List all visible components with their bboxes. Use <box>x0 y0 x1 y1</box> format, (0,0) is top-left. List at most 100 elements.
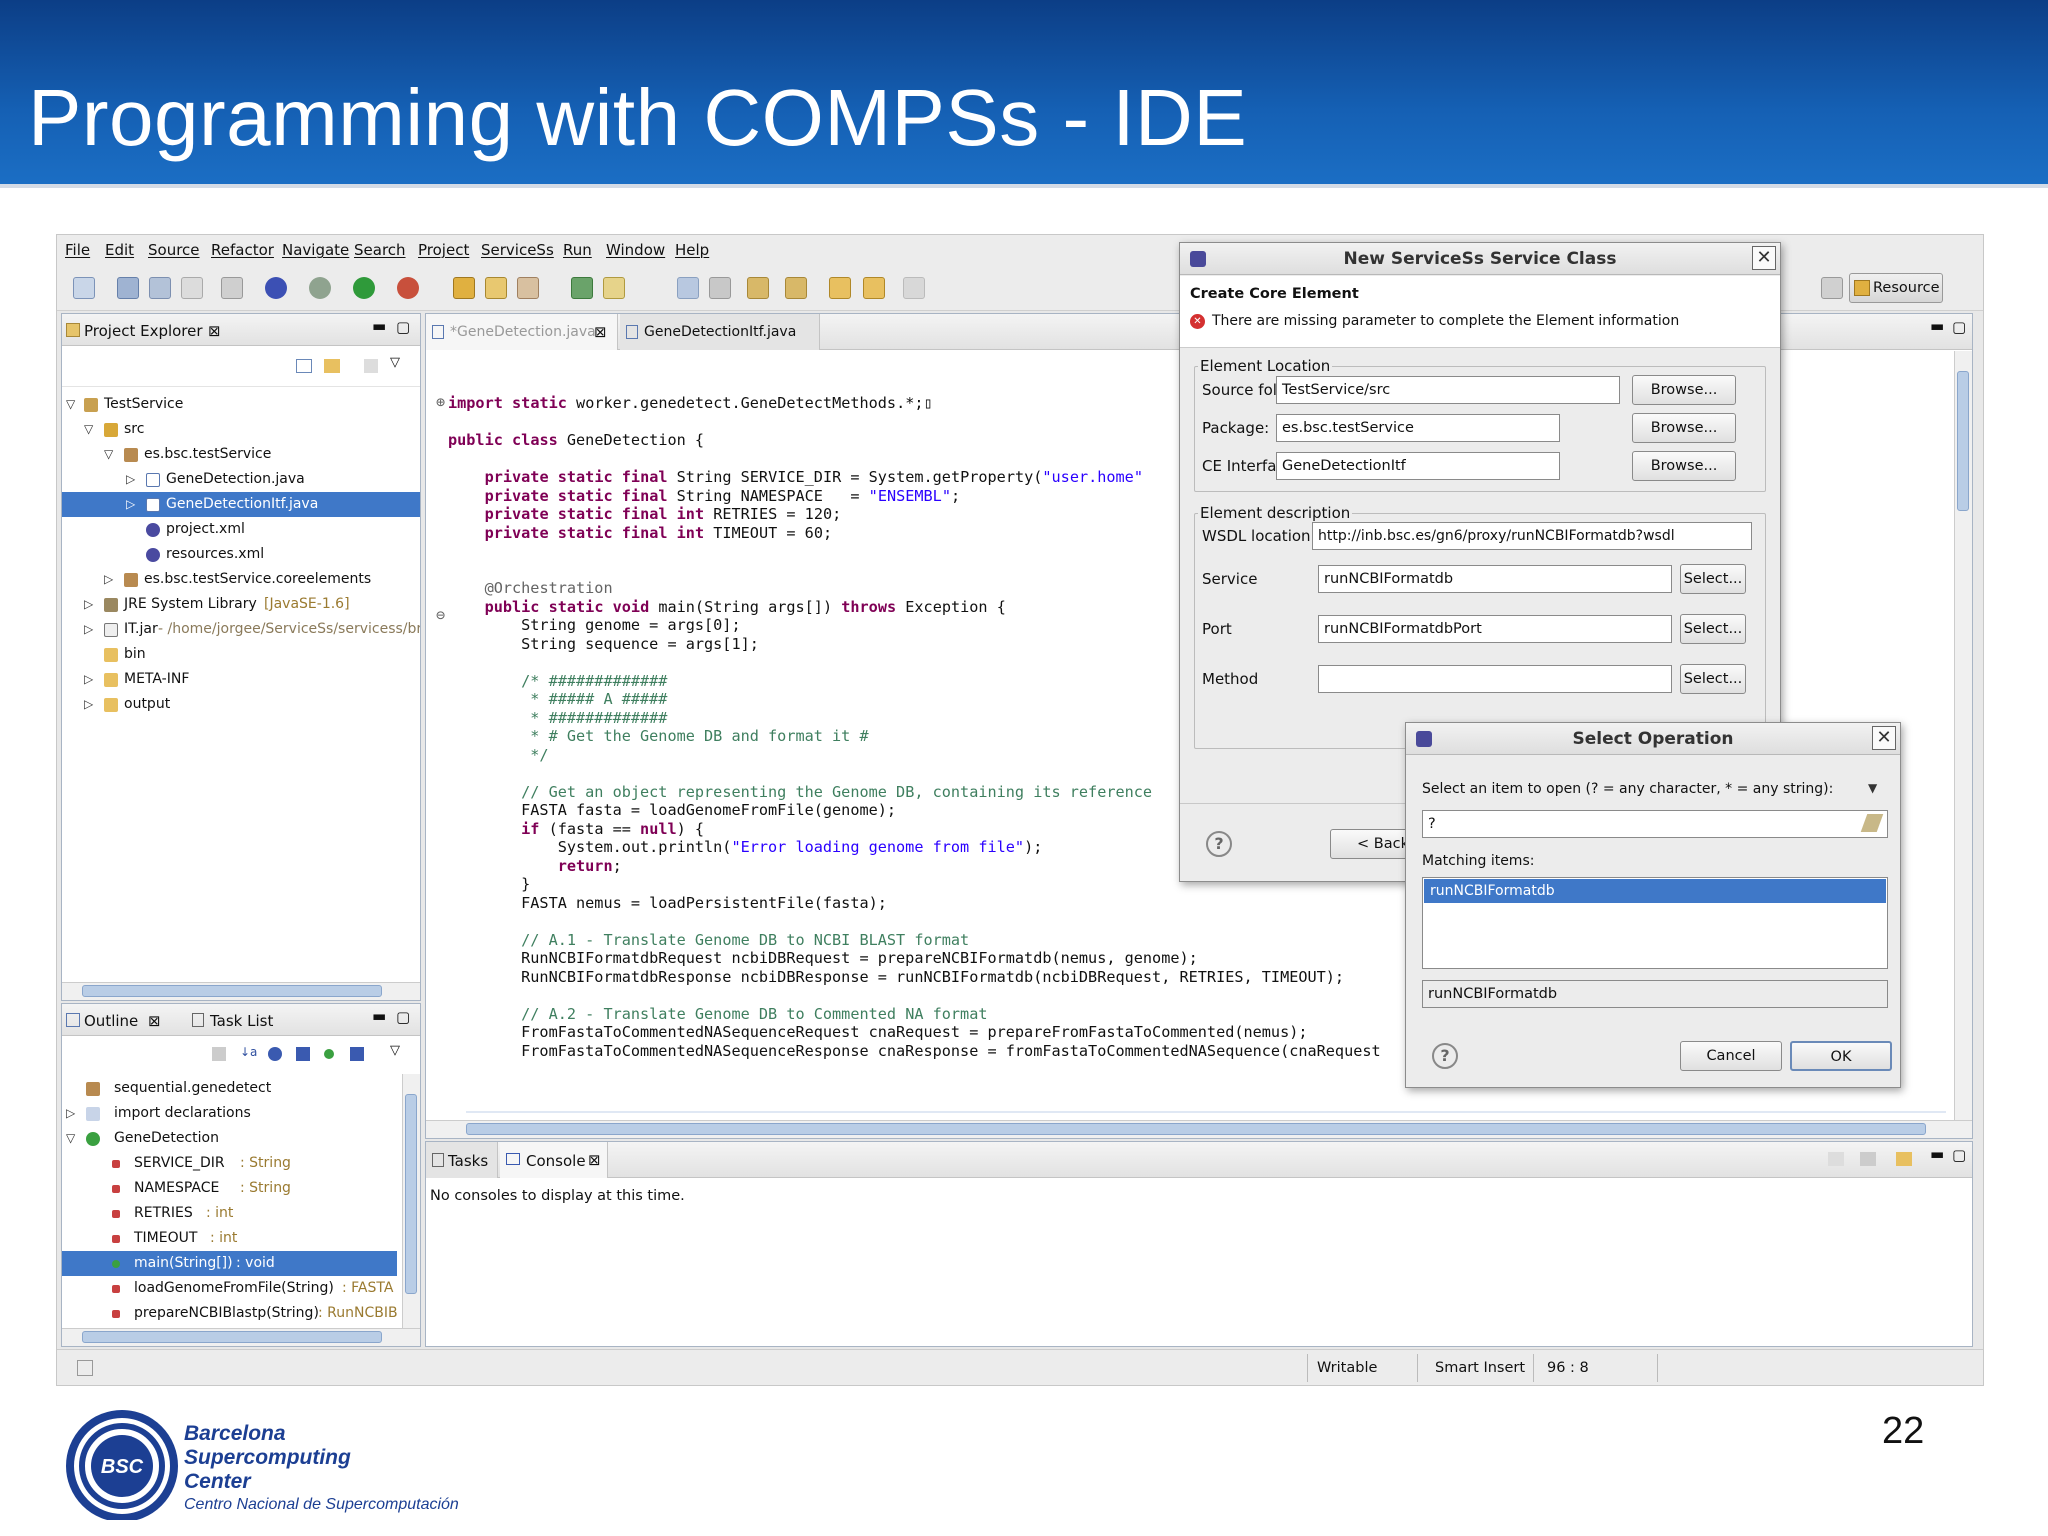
editor-tab-genedetectionitf[interactable]: GeneDetectionItf.java <box>620 314 820 350</box>
highlight-icon[interactable] <box>603 277 625 299</box>
new-icon[interactable] <box>73 277 95 299</box>
menu-file[interactable]: File <box>65 241 90 259</box>
filter-input[interactable]: ? <box>1422 810 1888 838</box>
fast-view-icon[interactable] <box>77 1360 93 1376</box>
close-icon[interactable]: ✕ <box>1872 726 1896 750</box>
open-type-icon[interactable] <box>453 277 475 299</box>
outline-item-field[interactable]: TIMEOUT : int <box>62 1226 397 1251</box>
save-all-icon[interactable] <box>149 277 171 299</box>
menu-servicess[interactable]: ServiceSs <box>481 241 554 259</box>
sort-icon[interactable]: ↓a <box>240 1045 257 1059</box>
tree-item-coreelements[interactable]: ▷ es.bsc.testService.coreelements <box>62 567 420 592</box>
show-whitespace-icon[interactable] <box>709 277 731 299</box>
scrollbar-thumb[interactable] <box>405 1094 417 1294</box>
tree-item-resources-xml[interactable]: resources.xml <box>62 542 420 567</box>
close-icon[interactable]: ⊠ <box>148 1012 161 1030</box>
outline-tab[interactable]: Outline <box>84 1012 138 1030</box>
chevron-down-icon[interactable]: ▼ <box>1868 781 1877 795</box>
menu-window[interactable]: Window <box>606 241 665 259</box>
service-field[interactable]: runNCBIFormatdb <box>1318 565 1672 593</box>
maximize-icon[interactable]: ▢ <box>1952 318 1966 336</box>
tree-item-meta-inf[interactable]: ▷ META-INF <box>62 667 420 692</box>
run-icon[interactable] <box>353 277 375 299</box>
task-list-tab[interactable]: Task List <box>210 1012 273 1030</box>
menu-navigate[interactable]: Navigate <box>282 241 349 259</box>
browse-package-button[interactable]: Browse... <box>1632 413 1736 443</box>
prev-annotation-icon[interactable] <box>785 277 807 299</box>
menu-help[interactable]: Help <box>675 241 709 259</box>
print-icon[interactable] <box>181 277 203 299</box>
ok-button[interactable]: OK <box>1790 1041 1892 1071</box>
outline-item-field[interactable]: NAMESPACE : String <box>62 1176 397 1201</box>
outline-item-method[interactable]: prepareNCBIBlastp(String) : RunNCBIBl <box>62 1301 397 1324</box>
outline-item-method[interactable]: loadGenomeFromFile(String) : FASTA <box>62 1276 397 1301</box>
link-icon[interactable] <box>350 1047 364 1061</box>
tree-item-testservice[interactable]: ▽ TestService <box>62 392 420 417</box>
select-service-button[interactable]: Select... <box>1680 564 1746 594</box>
scrollbar-thumb[interactable] <box>82 1331 382 1343</box>
hide-local-types-icon[interactable] <box>324 1049 334 1059</box>
cancel-button[interactable]: Cancel <box>1680 1041 1782 1071</box>
display-console-icon[interactable] <box>1860 1152 1876 1166</box>
minimize-icon[interactable]: ▬ <box>372 1007 386 1025</box>
close-icon[interactable]: ⊠ <box>588 1151 601 1169</box>
save-icon[interactable] <box>117 277 139 299</box>
view-menu-icon[interactable]: ▽ <box>390 355 400 370</box>
package-field[interactable]: es.bsc.testService <box>1276 414 1560 442</box>
block-icon[interactable] <box>677 277 699 299</box>
list-item[interactable]: runNCBIFormatdb <box>1424 879 1886 903</box>
build-icon[interactable] <box>221 277 243 299</box>
pin-console-icon[interactable] <box>1828 1152 1844 1166</box>
search-tool-icon[interactable] <box>517 277 539 299</box>
menu-edit[interactable]: Edit <box>105 241 134 259</box>
open-folder-icon[interactable] <box>485 277 507 299</box>
open-console-icon[interactable] <box>1896 1152 1912 1166</box>
external-tools-icon[interactable] <box>397 277 419 299</box>
editor-horizontal-scrollbar[interactable] <box>426 1120 1972 1138</box>
minimize-icon[interactable]: ▬ <box>1930 317 1944 335</box>
ce-interface-field[interactable]: GeneDetectionItf <box>1276 452 1560 480</box>
menu-search[interactable]: Search <box>354 241 406 259</box>
view-menu-icon[interactable]: ▽ <box>390 1043 400 1058</box>
close-icon[interactable]: ⊠ <box>208 322 221 340</box>
source-folder-field[interactable]: TestService/src <box>1276 376 1620 404</box>
outline-item-package[interactable]: sequential.genedetect <box>62 1076 397 1101</box>
maximize-icon[interactable]: ▢ <box>396 1008 410 1026</box>
explorer-horizontal-scrollbar[interactable] <box>62 982 420 1000</box>
method-field[interactable] <box>1318 665 1672 693</box>
hide-fields-icon[interactable] <box>212 1047 226 1061</box>
outline-vertical-scrollbar[interactable] <box>402 1074 420 1328</box>
outline-item-class[interactable]: ▽ GeneDetection <box>62 1126 397 1151</box>
help-icon[interactable]: ? <box>1206 831 1232 857</box>
back-icon[interactable] <box>863 277 885 299</box>
menu-run[interactable]: Run <box>563 241 592 259</box>
perspective-resource-button[interactable]: Resource <box>1849 273 1943 303</box>
select-method-button[interactable]: Select... <box>1680 664 1746 694</box>
help-icon[interactable]: ? <box>1432 1043 1458 1069</box>
maximize-icon[interactable]: ▢ <box>396 318 410 336</box>
scrollbar-thumb[interactable] <box>1957 371 1969 511</box>
scrollbar-thumb[interactable] <box>82 985 382 997</box>
tree-item-project-xml[interactable]: project.xml <box>62 517 420 542</box>
hide-nonpublic-icon[interactable] <box>296 1047 310 1061</box>
tree-item-jre[interactable]: ▷ JRE System Library [JavaSE-1.6] <box>62 592 420 617</box>
minimize-icon[interactable]: ▬ <box>1930 1145 1944 1163</box>
menu-project[interactable]: Project <box>418 241 469 259</box>
tree-item-output[interactable]: ▷ output <box>62 692 420 717</box>
browse-source-folder-button[interactable]: Browse... <box>1632 375 1736 405</box>
outline-item-field[interactable]: RETRIES : int <box>62 1201 397 1226</box>
project-explorer-tab[interactable]: Project Explorer <box>84 322 203 340</box>
editor-tab-genedetection[interactable]: *GeneDetection.java ⊠ <box>426 314 618 350</box>
next-annotation-icon[interactable] <box>747 277 769 299</box>
tree-item-genedetection[interactable]: ▷ GeneDetection.java <box>62 467 420 492</box>
close-icon[interactable]: ⊠ <box>594 323 607 341</box>
menu-source[interactable]: Source <box>148 241 200 259</box>
last-edit-icon[interactable] <box>829 277 851 299</box>
outline-item-method[interactable]: main(String[]) : void <box>62 1251 397 1276</box>
maximize-icon[interactable]: ▢ <box>1952 1146 1966 1164</box>
port-field[interactable]: runNCBIFormatdbPort <box>1318 615 1672 643</box>
collapse-all-icon[interactable] <box>296 359 312 373</box>
outline-horizontal-scrollbar[interactable] <box>62 1328 420 1346</box>
outline-item-field[interactable]: SERVICE_DIR : String <box>62 1151 397 1176</box>
console-tab[interactable]: Console ⊠ <box>500 1142 608 1178</box>
